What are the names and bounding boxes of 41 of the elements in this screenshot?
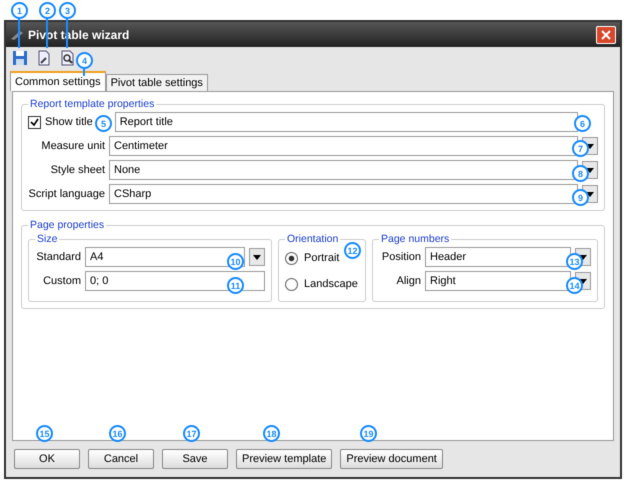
field-label: Measure unit <box>40 140 105 152</box>
caret-icon <box>253 254 261 260</box>
group-title: Orientation <box>286 233 340 245</box>
dialog-button[interactable]: Save <box>162 449 228 469</box>
radio-button[interactable] <box>285 278 298 290</box>
group-title: Report template properties <box>29 98 156 110</box>
dialog-button[interactable]: OK <box>14 449 80 469</box>
group-title: Size <box>36 233 58 245</box>
dropdown-field[interactable]: Right <box>425 271 571 291</box>
check-icon <box>30 118 39 126</box>
field-label: Align <box>396 275 421 287</box>
close-button[interactable] <box>596 26 616 44</box>
group-title: Page numbers <box>380 233 450 245</box>
radio-label: Landscape <box>304 278 358 290</box>
dropdown-button[interactable] <box>249 248 265 266</box>
dialog-button[interactable]: Preview document <box>340 449 443 469</box>
callout-number: 1 <box>11 2 28 19</box>
field-label: Standard <box>35 251 81 263</box>
checkbox-label: Show title <box>45 116 93 128</box>
field-label: Position <box>380 251 421 263</box>
dropdown-field[interactable]: CSharp <box>109 184 578 204</box>
dialog-button[interactable]: Preview template <box>236 449 332 469</box>
tab[interactable]: Pivot table settings <box>106 74 208 91</box>
radio-button[interactable] <box>285 252 298 264</box>
field-label: Script language <box>28 188 105 200</box>
dropdown-field[interactable]: Centimeter <box>109 136 578 156</box>
checkbox[interactable] <box>28 116 41 128</box>
radio-label: Portrait <box>304 252 340 264</box>
toolbar-button[interactable] <box>12 50 30 68</box>
document-magnifier-icon <box>60 50 76 66</box>
field-label: Custom <box>42 275 81 287</box>
callout-number: 3 <box>59 2 76 19</box>
group-title: Page properties <box>29 219 106 231</box>
tab[interactable]: Common settings <box>10 71 106 91</box>
close-icon <box>601 30 611 40</box>
dialog-button[interactable]: Cancel <box>88 449 154 469</box>
dropdown-field[interactable]: None <box>109 160 578 180</box>
dropdown-field[interactable]: Header <box>425 247 571 267</box>
field-label: Style sheet <box>50 164 105 176</box>
input-field[interactable]: Report title <box>114 112 578 132</box>
callout-number: 2 <box>39 2 56 19</box>
